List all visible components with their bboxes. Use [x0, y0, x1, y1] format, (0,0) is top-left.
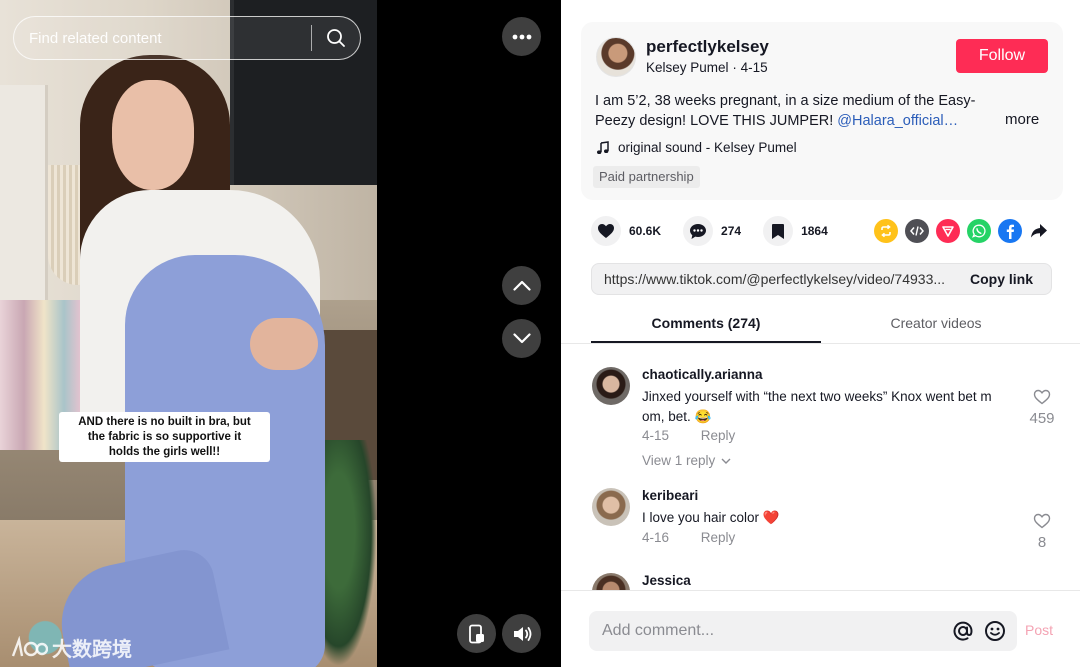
- save-button[interactable]: 1864: [763, 216, 828, 246]
- comment-like-count: 8: [1037, 534, 1047, 551]
- author-subline: Kelsey Pumel · 4-15: [646, 60, 768, 75]
- music-note-icon: [597, 140, 609, 154]
- like-button[interactable]: 60.6K: [591, 216, 661, 246]
- description-text: Peezy design! LOVE THIS JUMPER!: [595, 113, 838, 129]
- avatar[interactable]: [592, 488, 630, 526]
- bookmark-icon: [763, 216, 794, 246]
- comment-item: Jessica: [592, 573, 1062, 590]
- comments-list[interactable]: chaotically.arianna Jinxed yourself with…: [561, 345, 1080, 590]
- sound-title: original sound - Kelsey Pumel: [618, 140, 797, 155]
- video-info-panel: perfectlykelsey Kelsey Pumel · 4-15 Foll…: [561, 0, 1080, 667]
- comment-button[interactable]: 274: [683, 216, 741, 246]
- separator-dot: ·: [732, 60, 741, 75]
- video-frame[interactable]: AND there is no built in bra, but the fa…: [0, 0, 377, 667]
- volume-icon[interactable]: [502, 614, 541, 653]
- caption-line: holds the girls well!!: [108, 446, 221, 458]
- follow-button[interactable]: Follow: [956, 39, 1048, 73]
- video-caption-overlay: AND there is no built in bra, but the fa…: [59, 412, 270, 462]
- caption-line: AND there is no built in bra, but: [78, 416, 251, 428]
- comment-date: 4-16: [642, 530, 670, 545]
- emoji-icon[interactable]: [979, 620, 1011, 642]
- comment-count: 274: [721, 224, 742, 238]
- comment-bar-divider: [561, 590, 1080, 591]
- author-username[interactable]: perfectlykelsey: [646, 37, 769, 57]
- comment-username[interactable]: chaotically.arianna: [642, 367, 763, 382]
- video-person-hands: [250, 318, 318, 370]
- comment-text: I love you hair color ❤️: [642, 510, 780, 525]
- tabs-divider: [561, 343, 1080, 344]
- repost-icon[interactable]: [874, 219, 898, 243]
- watermark-emblem-icon: [11, 635, 48, 656]
- post-description-card: perfectlykelsey Kelsey Pumel · 4-15 Foll…: [581, 22, 1063, 200]
- post-date: 4-15: [740, 60, 768, 75]
- view-replies-label: View 1 reply: [642, 453, 716, 468]
- related-search-box[interactable]: [13, 16, 361, 60]
- comment-composer: [589, 611, 1017, 651]
- facebook-icon[interactable]: [998, 219, 1022, 243]
- comment-meta: 4-16 Reply: [642, 530, 735, 545]
- more-button[interactable]: more: [1005, 111, 1039, 128]
- description-line: Peezy design! LOVE THIS JUMPER! @Halara_…: [595, 111, 970, 131]
- tab-comments[interactable]: Comments (274): [591, 305, 821, 343]
- comment-like-button[interactable]: 459: [1022, 389, 1062, 427]
- video-link-url[interactable]: https://www.tiktok.com/@perfectlykelsey/…: [592, 271, 950, 287]
- panel-tabs: Comments (274) Creator videos: [591, 305, 1052, 343]
- reply-button[interactable]: Reply: [701, 530, 736, 545]
- sound-link[interactable]: original sound - Kelsey Pumel: [596, 140, 797, 155]
- related-search-input[interactable]: [14, 17, 311, 59]
- watermark-text: 大数跨境: [52, 637, 132, 661]
- paid-partnership-badge: Paid partnership: [593, 166, 700, 188]
- tab-creator-videos[interactable]: Creator videos: [821, 305, 1051, 343]
- avatar[interactable]: [592, 573, 630, 590]
- chevron-up-icon[interactable]: [502, 266, 541, 305]
- chevron-down-icon: [721, 458, 731, 464]
- comment-meta: 4-15 Reply: [642, 428, 735, 443]
- whatsapp-icon[interactable]: [967, 219, 991, 243]
- mini-player-icon[interactable]: [457, 614, 496, 653]
- heart-icon: [591, 216, 621, 246]
- search-icon[interactable]: [312, 16, 360, 60]
- copy-link-button[interactable]: Copy link: [950, 271, 1051, 287]
- comment-date: 4-15: [642, 428, 670, 443]
- comment-like-count: 459: [1029, 410, 1055, 427]
- post-comment-button[interactable]: Post: [1025, 622, 1053, 638]
- video-person-face: [112, 80, 194, 190]
- comment-item: keribeari I love you hair color ❤️ 4-16 …: [592, 488, 1062, 558]
- share-options: [874, 219, 1049, 243]
- description-line: I am 5’2, 38 weeks pregnant, in a size m…: [595, 93, 975, 109]
- author-display-name: Kelsey Pumel: [646, 60, 729, 75]
- video-player[interactable]: AND there is no built in bra, but the fa…: [0, 0, 561, 667]
- embed-code-icon[interactable]: [905, 219, 929, 243]
- send-to-friends-icon[interactable]: [936, 219, 960, 243]
- post-description: I am 5’2, 38 weeks pregnant, in a size m…: [595, 91, 975, 131]
- avatar[interactable]: [596, 37, 636, 77]
- comment-username[interactable]: Jessica: [642, 573, 691, 588]
- share-arrow-icon[interactable]: [1029, 219, 1049, 243]
- comment-bubble-icon: [683, 216, 714, 246]
- heart-outline-icon: [1033, 389, 1051, 405]
- more-dots-icon[interactable]: [502, 17, 541, 56]
- chevron-down-icon[interactable]: [502, 319, 541, 358]
- mention-link[interactable]: @Halara_official…: [837, 113, 958, 129]
- comment-item: chaotically.arianna Jinxed yourself with…: [592, 367, 1062, 477]
- save-count: 1864: [801, 224, 828, 238]
- avatar[interactable]: [592, 367, 630, 405]
- caption-line: the fabric is so supportive it: [87, 431, 242, 443]
- comment-input[interactable]: [589, 611, 947, 651]
- watermark-logo: 大数跨境: [10, 633, 132, 662]
- comment-username[interactable]: keribeari: [642, 488, 698, 503]
- heart-outline-icon: [1033, 513, 1051, 529]
- comment-like-button[interactable]: 8: [1022, 513, 1062, 551]
- like-count: 60.6K: [629, 224, 662, 238]
- view-replies-button[interactable]: View 1 reply: [642, 453, 731, 468]
- comment-text: Jinxed yourself with “the next two weeks…: [642, 389, 992, 424]
- reply-button[interactable]: Reply: [701, 428, 736, 443]
- video-link-box: https://www.tiktok.com/@perfectlykelsey/…: [591, 263, 1052, 295]
- mention-at-icon[interactable]: [947, 620, 979, 642]
- engagement-actions: 60.6K 274 1864: [591, 216, 850, 246]
